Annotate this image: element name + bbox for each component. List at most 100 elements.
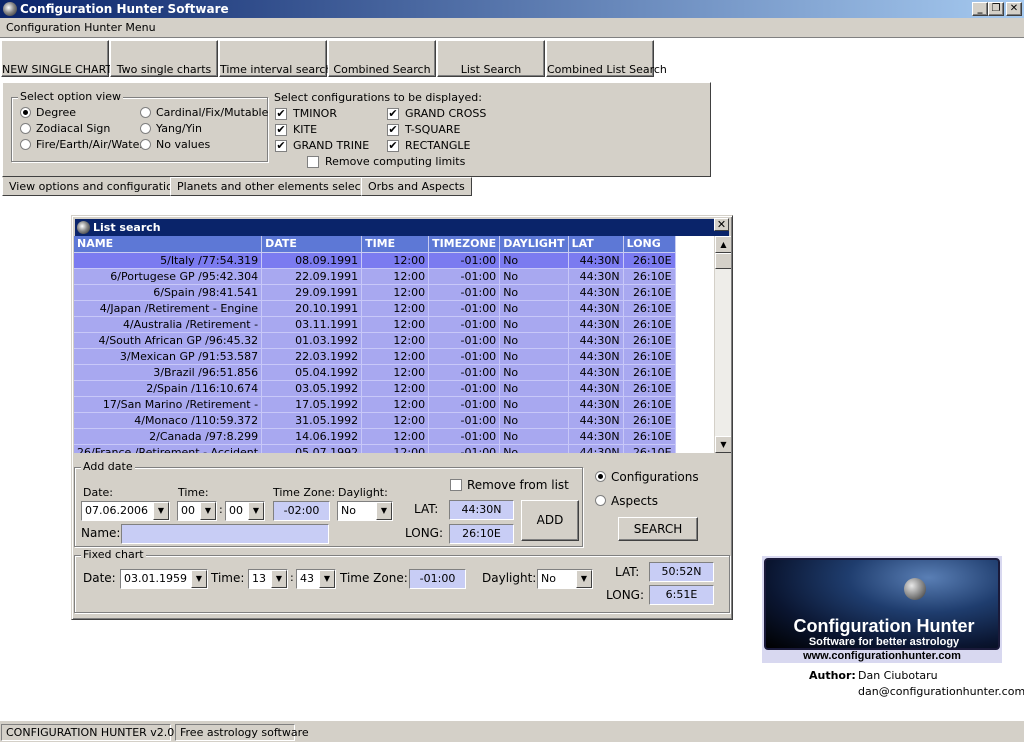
column-header-long[interactable]: LONG xyxy=(623,236,676,253)
add-button[interactable]: ADD xyxy=(521,500,579,541)
table-row[interactable]: 4/Australia /Retirement -03.11.1991 12:00… xyxy=(74,316,676,333)
radio-degree[interactable] xyxy=(20,107,31,118)
checkbox-tminor[interactable]: ✔ xyxy=(275,108,287,120)
minimize-button[interactable]: _ xyxy=(972,2,988,16)
logo-url[interactable]: www.configurationhunter.com xyxy=(762,650,1002,662)
cell-name: 5/Italy /77:54.319 xyxy=(74,252,263,269)
cell-long: 26:10E xyxy=(623,300,676,317)
column-header-name[interactable]: NAME xyxy=(74,236,263,253)
radio-configurations[interactable] xyxy=(595,471,606,482)
table-row[interactable]: 17/San Marino /Retirement -17.05.1992 12:… xyxy=(74,396,676,413)
scroll-thumb[interactable] xyxy=(715,253,731,269)
fixed-timezone-field[interactable]: -01:00 xyxy=(409,569,466,589)
tab-time-interval-search[interactable]: Time interval search xyxy=(219,40,332,77)
fixed-hour-select[interactable]: 13 ▼ xyxy=(248,569,288,589)
cell-time: 12:00 xyxy=(361,332,430,349)
add-minute-select[interactable]: 00 ▼ xyxy=(225,501,265,521)
chevron-down-icon[interactable]: ▼ xyxy=(576,570,592,588)
close-window-button[interactable]: ✕ xyxy=(1006,2,1022,16)
add-lat-field[interactable]: 44:30N xyxy=(449,500,514,520)
table-row[interactable]: 26/France /Retirement - Accident 05.07.19… xyxy=(74,444,676,453)
checkbox-kite[interactable]: ✔ xyxy=(275,124,287,136)
radio-aspects[interactable] xyxy=(595,495,606,506)
fixed-time-colon: : xyxy=(290,571,294,584)
add-long-field[interactable]: 26:10E xyxy=(449,524,514,544)
author-email[interactable]: dan@configurationhunter.com xyxy=(858,685,1024,698)
cell-long: 26:10E xyxy=(623,364,676,381)
column-header-date[interactable]: DATE xyxy=(261,236,363,253)
cell-date: 17.05.1992 xyxy=(261,396,363,413)
add-timezone-field[interactable]: -02:00 xyxy=(273,501,330,521)
chevron-down-icon[interactable]: ▼ xyxy=(191,570,207,588)
restore-button[interactable]: ❐ xyxy=(988,2,1004,16)
tab-combined-list-search[interactable]: Combined List Search xyxy=(546,40,667,77)
chevron-down-icon[interactable]: ▼ xyxy=(319,570,335,588)
add-hour-value: 00 xyxy=(181,504,195,517)
radio-no-values[interactable] xyxy=(140,139,151,150)
chevron-down-icon[interactable]: ▼ xyxy=(200,502,216,520)
checkbox-remove-from-list[interactable] xyxy=(450,479,462,491)
tab-combined-search[interactable]: Combined Search xyxy=(328,40,436,77)
table-row[interactable]: 2/Spain /116:10.674 03.05.1992 12:00 -01:00… xyxy=(74,380,676,397)
tab-orbs-aspects[interactable]: Orbs and Aspects xyxy=(361,177,472,196)
cell-date: 03.11.1991 xyxy=(261,316,363,333)
table-row[interactable]: 3/Brazil /96:51.856 05.04.1992 12:00 -01:00… xyxy=(74,364,676,381)
tab-planets-selection[interactable]: Planets and other elements selection xyxy=(170,177,389,196)
table-row[interactable]: 6/Spain /98:41.541 29.09.1991 12:00 -01:00 N… xyxy=(74,284,676,301)
tab-view-options[interactable]: View options and configurations xyxy=(2,177,193,196)
column-header-daylight[interactable]: DAYLIGHT xyxy=(499,236,569,253)
add-hour-select[interactable]: 00 ▼ xyxy=(177,501,217,521)
fixed-lat-field[interactable]: 50:52N xyxy=(649,562,714,582)
chevron-down-icon[interactable]: ▼ xyxy=(153,502,169,520)
add-daylight-select[interactable]: No ▼ xyxy=(337,501,393,521)
fixed-minute-select[interactable]: 43 ▼ xyxy=(296,569,336,589)
chevron-down-icon[interactable]: ▼ xyxy=(376,502,392,520)
scroll-up-icon[interactable]: ▲ xyxy=(715,236,731,253)
fixed-date-picker[interactable]: 03.01.1959 ▼ xyxy=(120,569,208,589)
column-header-lat[interactable]: LAT xyxy=(568,236,624,253)
cell-name: 4/Japan /Retirement - Engine xyxy=(74,300,263,317)
table-row[interactable]: 4/Monaco /110:59.372 31.05.1992 12:00 -01:0… xyxy=(74,412,676,429)
cell-time: 12:00 xyxy=(361,252,430,269)
checkbox-grand-cross[interactable]: ✔ xyxy=(387,108,399,120)
cell-long: 26:10E xyxy=(623,332,676,349)
tab-list-search[interactable]: List Search xyxy=(437,40,545,77)
add-date-picker[interactable]: 07.06.2006 ▼ xyxy=(81,501,170,521)
cell-name: 2/Canada /97:8.299 xyxy=(74,428,263,445)
scroll-down-icon[interactable]: ▼ xyxy=(715,436,731,453)
radio-cardinal-fix-mutable-label: Cardinal/Fix/Mutable xyxy=(156,106,269,119)
results-grid[interactable]: NAME DATE TIME TIMEZONE DAYLIGHT LAT LON… xyxy=(74,236,731,453)
add-name-field[interactable] xyxy=(121,524,329,544)
menu-configuration-hunter[interactable]: Configuration Hunter Menu xyxy=(6,21,156,34)
table-row[interactable]: 6/Portugese GP /95:42.304 22.09.1991 12:00… xyxy=(74,268,676,285)
table-row[interactable]: 4/Japan /Retirement - Engine 20.10.1991 12… xyxy=(74,300,676,317)
radio-zodiacal-sign[interactable] xyxy=(20,123,31,134)
checkbox-remove-computing-limits[interactable] xyxy=(307,156,319,168)
cell-timezone: -01:00 xyxy=(428,316,501,333)
checkbox-grand-trine-label: GRAND TRINE xyxy=(293,139,370,152)
radio-fire-earth-air-water[interactable] xyxy=(20,139,31,150)
radio-yang-yin[interactable] xyxy=(140,123,151,134)
search-button[interactable]: SEARCH xyxy=(618,517,698,541)
tab-two-single-charts[interactable]: Two single charts xyxy=(110,40,218,77)
column-header-time[interactable]: TIME xyxy=(361,236,430,253)
cell-long: 26:10E xyxy=(623,428,676,445)
chevron-down-icon[interactable]: ▼ xyxy=(248,502,264,520)
cell-long: 26:10E xyxy=(623,284,676,301)
chevron-down-icon[interactable]: ▼ xyxy=(271,570,287,588)
dialog-close-button[interactable]: ✕ xyxy=(714,218,729,231)
column-header-timezone[interactable]: TIMEZONE xyxy=(428,236,501,253)
checkbox-t-square[interactable]: ✔ xyxy=(387,124,399,136)
tab-new-single-chart[interactable]: NEW SINGLE CHART xyxy=(1,40,112,77)
checkbox-rectangle[interactable]: ✔ xyxy=(387,140,399,152)
radio-cardinal-fix-mutable[interactable] xyxy=(140,107,151,118)
table-row[interactable]: 2/Canada /97:8.299 14.06.1992 12:00 -01:00 N… xyxy=(74,428,676,445)
table-row[interactable]: 4/South African GP /96:45.32 01.03.1992 12… xyxy=(74,332,676,349)
logo[interactable]: Configuration Hunter Software for better… xyxy=(762,556,1002,663)
fixed-long-field[interactable]: 6:51E xyxy=(649,585,714,605)
fixed-daylight-select[interactable]: No ▼ xyxy=(537,569,593,589)
table-row[interactable]: 5/Italy /77:54.319 08.09.1991 12:00 -01:00 N… xyxy=(74,252,676,269)
table-row[interactable]: 3/Mexican GP /91:53.587 22.03.1992 12:00 -0… xyxy=(74,348,676,365)
checkbox-grand-trine[interactable]: ✔ xyxy=(275,140,287,152)
grid-vertical-scrollbar[interactable]: ▲ ▼ xyxy=(714,236,731,453)
